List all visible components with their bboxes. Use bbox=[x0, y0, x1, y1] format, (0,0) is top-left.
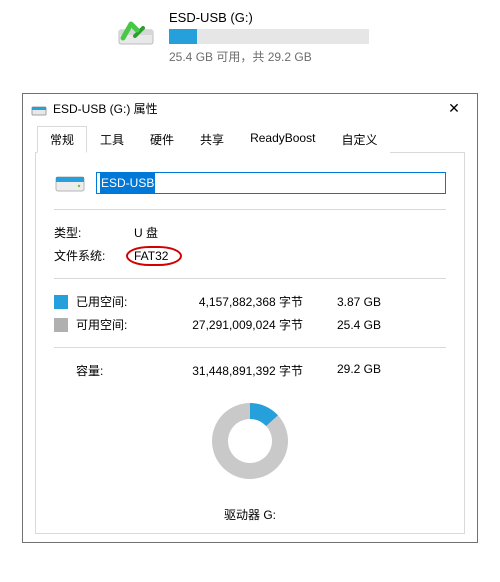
volume-name-input[interactable]: ESD-USB bbox=[96, 172, 446, 194]
divider bbox=[54, 347, 446, 348]
close-button[interactable]: ✕ bbox=[439, 100, 469, 117]
volume-name-value: ESD-USB bbox=[100, 173, 155, 193]
filesystem-value: FAT32 bbox=[134, 249, 168, 263]
usage-donut-chart bbox=[200, 391, 300, 491]
filesystem-label: 文件系统: bbox=[54, 247, 134, 264]
storage-progress bbox=[169, 29, 369, 44]
dialog-title: ESD-USB (G:) 属性 bbox=[53, 100, 439, 117]
used-swatch bbox=[54, 295, 68, 309]
capacity-human: 29.2 GB bbox=[321, 362, 381, 379]
type-label: 类型: bbox=[54, 224, 134, 241]
drive-usage-text: 25.4 GB 可用，共 29.2 GB bbox=[169, 48, 500, 65]
free-bytes: 27,291,009,024 字节 bbox=[166, 316, 321, 333]
tab-hardware[interactable]: 硬件 bbox=[137, 126, 187, 153]
type-value: U 盘 bbox=[134, 224, 158, 241]
drive-small-icon bbox=[31, 101, 47, 117]
volume-icon bbox=[54, 171, 86, 195]
tab-tools[interactable]: 工具 bbox=[87, 126, 137, 153]
tab-sharing[interactable]: 共享 bbox=[187, 126, 237, 153]
titlebar: ESD-USB (G:) 属性 ✕ bbox=[23, 94, 477, 125]
divider bbox=[54, 278, 446, 279]
tab-general[interactable]: 常规 bbox=[37, 126, 87, 153]
used-label: 已用空间: bbox=[76, 293, 166, 310]
drive-icon bbox=[115, 10, 157, 52]
tab-customize[interactable]: 自定义 bbox=[328, 126, 390, 153]
free-human: 25.4 GB bbox=[321, 318, 381, 332]
storage-progress-fill bbox=[169, 29, 197, 44]
free-swatch bbox=[54, 318, 68, 332]
tab-panel-general: ESD-USB 类型: U 盘 文件系统: FAT32 已用空间: 4,157,… bbox=[35, 152, 465, 534]
properties-dialog: ESD-USB (G:) 属性 ✕ 常规 工具 硬件 共享 ReadyBoost… bbox=[22, 93, 478, 543]
free-label: 可用空间: bbox=[76, 316, 166, 333]
used-bytes: 4,157,882,368 字节 bbox=[166, 293, 321, 310]
drive-summary: ESD-USB (G:) 25.4 GB 可用，共 29.2 GB bbox=[0, 0, 500, 65]
drive-name: ESD-USB (G:) bbox=[169, 10, 500, 25]
capacity-label: 容量: bbox=[54, 362, 166, 379]
tab-readyboost[interactable]: ReadyBoost bbox=[237, 126, 328, 153]
donut-caption: 驱动器 G: bbox=[54, 506, 446, 523]
divider bbox=[54, 209, 446, 210]
capacity-bytes: 31,448,891,392 字节 bbox=[166, 362, 321, 379]
tab-strip: 常规 工具 硬件 共享 ReadyBoost 自定义 bbox=[35, 126, 465, 153]
used-human: 3.87 GB bbox=[321, 295, 381, 309]
